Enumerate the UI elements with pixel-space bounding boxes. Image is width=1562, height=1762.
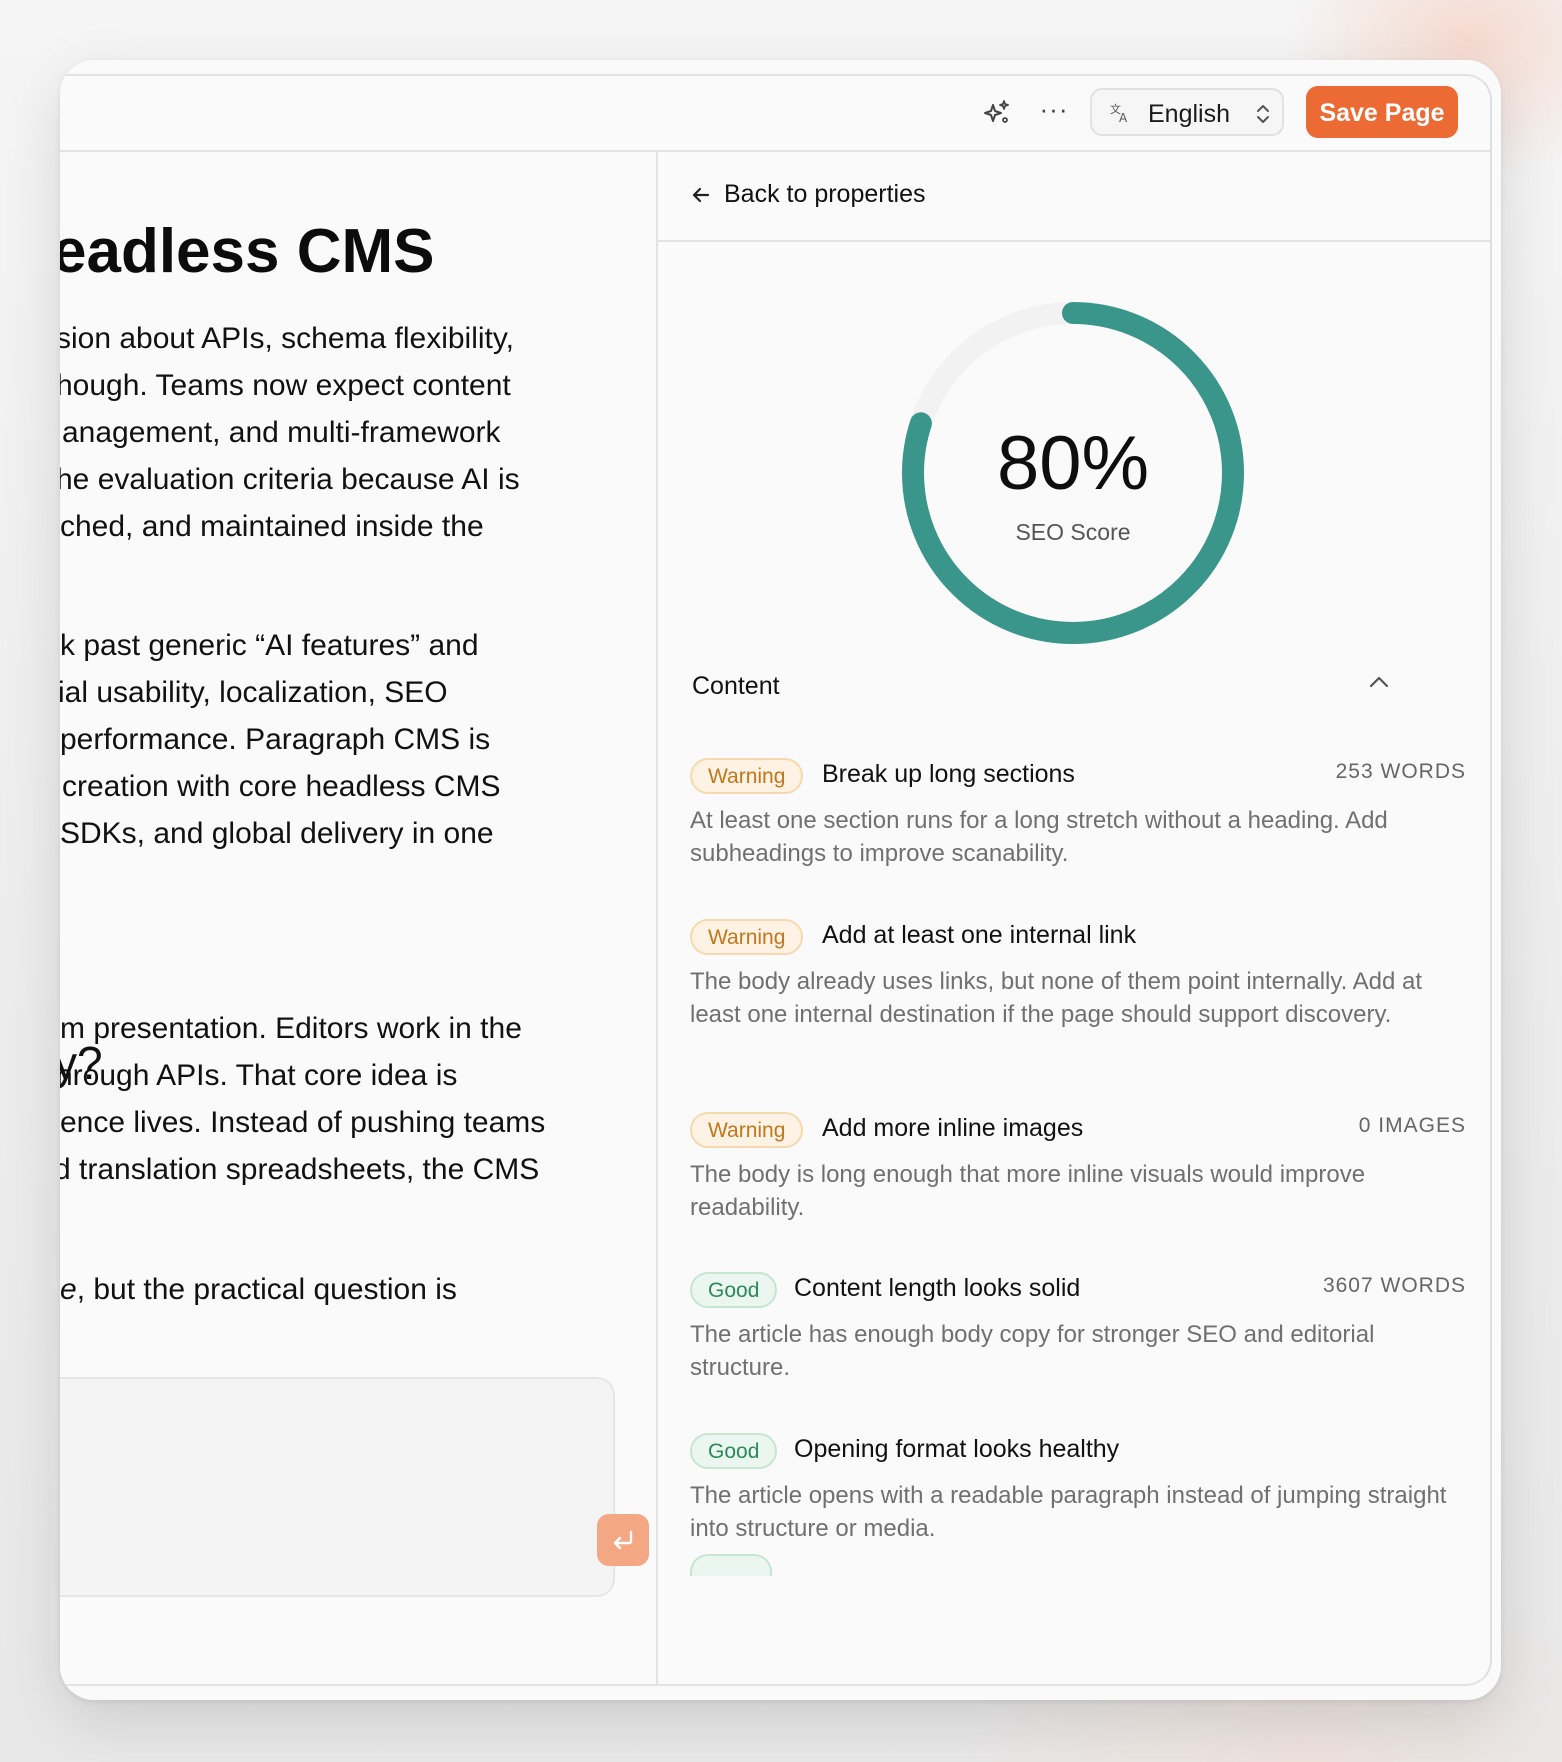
status-badge-good: Good (690, 1433, 778, 1469)
language-selector[interactable]: 文 A English (1090, 88, 1284, 136)
paragraph-line[interactable]: he evaluation criteria because AI is (60, 463, 520, 497)
enter-icon (613, 1530, 633, 1550)
paragraph-line[interactable]: e, but the practical question is (60, 1273, 457, 1307)
chevron-updown-icon (1257, 105, 1269, 123)
chevron-up-icon[interactable] (1366, 672, 1392, 692)
status-badge-warning: Warning (690, 758, 804, 794)
paragraph-line[interactable]: m presentation. Editors work in the (60, 1012, 522, 1046)
paragraph-line[interactable]: d translation spreadsheets, the CMS (60, 1153, 539, 1187)
seo-score-gauge: 80% SEO Score (895, 295, 1251, 651)
window-frame: ··· 文 A English Save Page eadless CMS si… (60, 74, 1492, 1686)
back-label: Back to properties (724, 180, 926, 208)
language-label: English (1148, 100, 1230, 128)
check-description: The article opens with a readable paragr… (690, 1482, 1447, 1542)
top-toolbar: ··· 文 A English Save Page (60, 76, 1490, 152)
check-description: The body already uses links, but none of… (690, 968, 1422, 1028)
paragraph-line[interactable]: k past generic “AI features” and (60, 629, 479, 663)
prompt-composer[interactable] (60, 1377, 615, 1597)
send-button[interactable] (597, 1514, 649, 1566)
status-badge-warning: Warning (690, 919, 804, 955)
ai-sparkle-icon[interactable] (981, 98, 1013, 130)
paragraph-line[interactable]: performance. Paragraph CMS is (60, 723, 490, 757)
paragraph-line[interactable]: creation with core headless CMS (62, 770, 501, 804)
check-description: The body is long enough that more inline… (690, 1161, 1366, 1221)
check-title: Content length looks solid (794, 1274, 1081, 1302)
more-options-icon[interactable]: ··· (1038, 96, 1070, 130)
paragraph-line[interactable]: anagement, and multi-framework (62, 416, 501, 450)
check-metric: 3607 WORDS (1322, 1274, 1466, 1297)
svg-text:A: A (1119, 111, 1128, 124)
editor-pane[interactable]: eadless CMS sion about APIs, schema flex… (60, 152, 658, 1684)
check-title: Add at least one internal link (822, 921, 1137, 949)
save-page-button[interactable]: Save Page (1306, 86, 1458, 138)
check-description: The article has enough body copy for str… (690, 1321, 1375, 1381)
check-metric: 0 IMAGES (1358, 1114, 1466, 1137)
paragraph-line[interactable]: hrough APIs. That core idea is (60, 1059, 457, 1093)
back-to-properties-link[interactable]: Back to properties (658, 152, 1490, 242)
next-check-badge-partial (690, 1554, 772, 1576)
paragraph-line[interactable]: sion about APIs, schema flexibility, (60, 322, 514, 356)
check-description: At least one section runs for a long str… (690, 807, 1388, 867)
status-badge-good: Good (690, 1272, 778, 1308)
status-badge-warning: Warning (690, 1112, 804, 1148)
check-metric: 253 WORDS (1335, 760, 1466, 783)
check-title: Add more inline images (822, 1114, 1084, 1142)
paragraph-line[interactable]: hough. Teams now expect content (60, 369, 511, 403)
check-title: Break up long sections (822, 760, 1075, 788)
paragraph-line[interactable]: ched, and maintained inside the (60, 510, 484, 544)
paragraph-line[interactable]: ence lives. Instead of pushing teams (60, 1106, 545, 1140)
arrow-left-icon (692, 187, 710, 203)
seo-score-value: 80% (996, 421, 1150, 506)
app-window: ··· 文 A English Save Page eadless CMS si… (60, 60, 1501, 1700)
translate-icon: 文 A (1110, 102, 1128, 124)
paragraph-line[interactable]: SDKs, and global delivery in one (60, 817, 494, 851)
seo-panel: Back to properties 80% SEO Score Content… (658, 152, 1490, 1684)
article-title[interactable]: eadless CMS (60, 216, 435, 287)
content-section-header[interactable]: Content (692, 672, 780, 701)
check-title: Opening format looks healthy (794, 1435, 1120, 1463)
paragraph-line[interactable]: ial usability, localization, SEO (60, 676, 448, 710)
seo-score-caption: SEO Score (1015, 519, 1131, 545)
